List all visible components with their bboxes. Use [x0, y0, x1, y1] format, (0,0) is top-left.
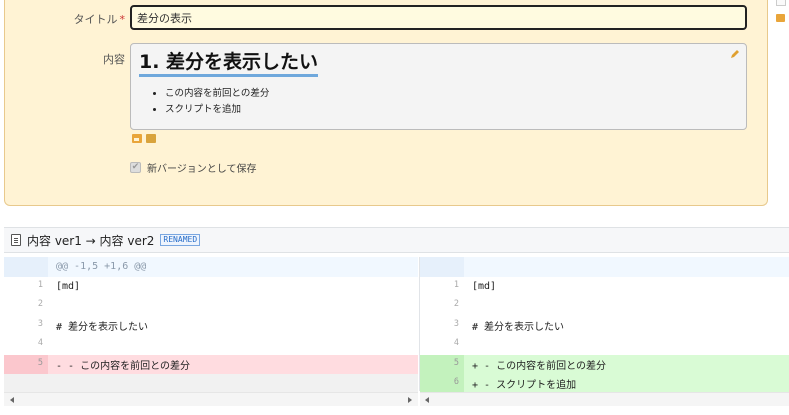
scroll-right-arrow-icon[interactable]	[408, 397, 412, 403]
document-icon	[11, 234, 21, 246]
content-label: 内容	[103, 53, 125, 66]
edit-form-panel: タイトル* 内容 1. 差分を表示したい この内容を前回との差分 スクリプトを追…	[4, 0, 768, 206]
diff-row: 3 # 差分を表示したい	[420, 316, 789, 336]
right-horizontal-scrollbar[interactable]	[420, 392, 789, 406]
file-icon[interactable]	[146, 134, 156, 143]
line-number	[4, 374, 48, 394]
line-number: 2	[453, 299, 459, 309]
renamed-badge: RENAMED	[160, 234, 201, 246]
line-code: # 差分を表示したい	[56, 321, 149, 333]
diff-row: 4	[4, 335, 418, 355]
save-as-new-version-label: 新バージョンとして保存	[147, 164, 257, 175]
hunk-header	[420, 257, 789, 277]
diff-body: @@ -1,5 +1,6 @@ 1 [md] 2 3 # 差分を表示したい 4 5-…	[4, 257, 789, 394]
list-item: この内容を前回との差分	[165, 86, 269, 102]
diff-row: 1 [md]	[4, 277, 418, 297]
save-as-new-version-checkbox[interactable]: ✔	[130, 162, 141, 173]
required-mark: *	[119, 13, 126, 26]
line-code: + - この内容を前回との差分	[472, 360, 606, 372]
scroll-left-arrow-icon[interactable]	[425, 397, 429, 403]
left-horizontal-scrollbar[interactable]	[4, 392, 418, 406]
content-heading: 1. 差分を表示したい	[139, 52, 319, 77]
content-list: この内容を前回との差分 スクリプトを追加	[151, 86, 269, 118]
title-label-text: タイトル	[73, 13, 118, 26]
hunk-header-text: @@ -1,5 +1,6 @@	[56, 260, 147, 272]
line-number: 5	[4, 354, 48, 374]
line-number: 6	[420, 374, 464, 394]
diff-right-pane: 1 [md] 2 3 # 差分を表示したい 4 5 + - この内容を前回との差分 6…	[419, 257, 789, 394]
diff-title: 内容 ver1 → 内容 ver2	[27, 233, 155, 248]
image-icon[interactable]	[776, 14, 785, 22]
line-number: 1	[453, 279, 459, 290]
pencil-icon[interactable]	[730, 49, 740, 59]
line-code: + - スクリプトを追加	[472, 380, 577, 392]
diff-row: 4	[420, 335, 789, 355]
diff-row: 3 # 差分を表示したい	[4, 316, 418, 336]
line-number: 5	[420, 354, 464, 374]
image-icon[interactable]	[132, 134, 142, 143]
line-number: 4	[37, 338, 43, 348]
title-input[interactable]	[130, 5, 747, 30]
title-label: タイトル *	[5, 11, 126, 27]
list-item: スクリプトを追加	[165, 102, 269, 118]
line-number: 1	[37, 279, 43, 290]
line-code: # 差分を表示したい	[472, 321, 565, 333]
panel-edge-icon	[776, 0, 786, 6]
diff-row: 1 [md]	[420, 277, 789, 297]
save-as-new-version[interactable]: ✔ 新バージョンとして保存	[130, 160, 257, 175]
content-editor[interactable]: 1. 差分を表示したい この内容を前回との差分 スクリプトを追加	[130, 43, 747, 130]
line-code: [md]	[472, 280, 497, 292]
hunk-header: @@ -1,5 +1,6 @@	[4, 257, 418, 277]
line-number: 4	[453, 338, 459, 348]
diff-row-added: 5 + - この内容を前回との差分	[420, 354, 789, 374]
diff-header: 内容 ver1 → 内容 ver2 RENAMED	[4, 227, 789, 253]
diff-row-deleted: 5 - - この内容を前回との差分	[4, 354, 418, 374]
line-code: [md]	[56, 280, 81, 292]
line-number: 3	[453, 318, 459, 329]
diff-row: 2	[420, 296, 789, 316]
scroll-left-arrow-icon[interactable]	[10, 397, 14, 403]
diff-row-empty	[4, 374, 418, 394]
attachment-toolbar	[132, 134, 156, 143]
line-code: - - この内容を前回との差分	[56, 360, 190, 372]
diff-row-added: 6 + - スクリプトを追加	[420, 374, 789, 394]
diff-row: 2	[4, 296, 418, 316]
diff-left-pane: @@ -1,5 +1,6 @@ 1 [md] 2 3 # 差分を表示したい 4 5-…	[4, 257, 418, 394]
line-number: 3	[37, 318, 43, 329]
line-number: 2	[37, 299, 43, 309]
